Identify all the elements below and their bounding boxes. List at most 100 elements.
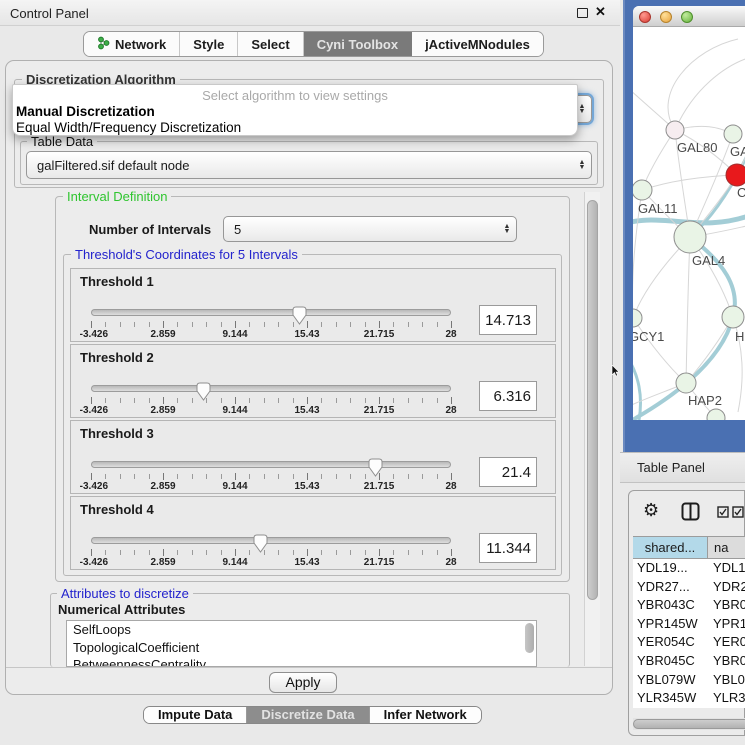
tab-discretize-data[interactable]: Discretize Data (247, 707, 369, 723)
popup-item-manual-discretization[interactable]: Manual Discretization (16, 104, 155, 119)
columns-icon[interactable] (681, 502, 700, 526)
table-row[interactable]: YBR043CYBR0 (633, 596, 745, 615)
tab-network[interactable]: Network (84, 32, 180, 56)
cell-name[interactable]: YBR0 (708, 596, 745, 615)
close-icon[interactable]: ✕ (595, 4, 606, 20)
table-row[interactable]: YBL079WYBL0 (633, 671, 745, 690)
tick-mark (163, 321, 164, 328)
panel-scrollbar-thumb[interactable] (587, 200, 598, 600)
network-canvas[interactable]: GAL80GACGAL11GAL4GCY1HHAP2 (633, 27, 745, 420)
table-row[interactable]: YBR045CYBR0 (633, 652, 745, 671)
tab-style[interactable]: Style (180, 32, 238, 56)
attribute-list-item[interactable]: SelfLoops (67, 621, 536, 639)
attribute-list-item[interactable]: BetweennessCentrality (67, 656, 536, 667)
cell-name[interactable]: YDR2 (708, 578, 745, 597)
threshold-label: Threshold 1 (80, 274, 154, 289)
minimize-traffic-light[interactable] (660, 11, 672, 23)
cell-name[interactable]: YER0 (708, 633, 745, 652)
table-row[interactable]: YPR145WYPR1 (633, 615, 745, 634)
network-edge[interactable] (633, 318, 686, 383)
tab-jactivemnodules[interactable]: jActiveMNodules (412, 32, 543, 56)
threshold-value-field[interactable]: 21.4 (479, 457, 537, 487)
popup-item-equal-width[interactable]: Equal Width/Frequency Discretization (16, 120, 241, 135)
tick-mark (177, 322, 178, 327)
checkbox-icon[interactable] (717, 505, 729, 523)
apply-button[interactable]: Apply (269, 672, 337, 693)
network-edge[interactable] (686, 237, 690, 383)
network-node[interactable] (674, 221, 706, 253)
slider-track[interactable] (91, 461, 451, 468)
network-node[interactable] (633, 180, 652, 200)
column-header-name[interactable]: na (708, 537, 745, 558)
tab-cyni-toolbox[interactable]: Cyni Toolbox (304, 32, 412, 56)
slider-track[interactable] (91, 385, 451, 392)
node-label: GAL11 (638, 201, 678, 216)
network-node[interactable] (726, 164, 745, 186)
network-node[interactable] (722, 306, 744, 328)
horizontal-scrollbar[interactable] (633, 718, 745, 730)
network-edge[interactable] (642, 175, 737, 190)
network-node[interactable] (666, 121, 684, 139)
slider-track[interactable] (91, 537, 451, 544)
horizontal-scrollbar-thumb[interactable] (633, 719, 745, 729)
network-node[interactable] (676, 373, 696, 393)
panel-title: Control Panel (10, 6, 89, 21)
slider-track[interactable] (91, 309, 451, 316)
float-window-icon[interactable] (577, 8, 588, 18)
threshold-3-block: Threshold 3 -3.4262.8599.14415.4321.7152… (70, 420, 556, 494)
table-data-combobox[interactable]: galFiltered.sif default node ▲▼ (26, 151, 592, 179)
tick-mark (235, 397, 236, 404)
checkbox-icon[interactable] (732, 505, 744, 523)
cell-shared-name[interactable]: YLR345W (633, 689, 708, 708)
node-label: C (737, 185, 745, 200)
cell-shared-name[interactable]: YDL19... (633, 559, 708, 578)
network-edge[interactable] (686, 317, 733, 383)
cell-name[interactable]: YDL1 (708, 559, 745, 578)
cell-name[interactable]: YBR0 (708, 652, 745, 671)
network-node[interactable] (724, 125, 742, 143)
slider-thumb[interactable] (368, 458, 383, 477)
tab-impute-data[interactable]: Impute Data (144, 707, 247, 723)
tick-label: 2.859 (150, 405, 175, 416)
table-header-row: shared... na (633, 537, 745, 559)
slider-thumb[interactable] (196, 382, 211, 401)
cell-shared-name[interactable]: YPR145W (633, 615, 708, 634)
gear-icon[interactable]: ⚙ (643, 500, 659, 521)
numerical-attributes-list[interactable]: SelfLoopsTopologicalCoefficientBetweenne… (66, 620, 537, 667)
cell-name[interactable]: YBL0 (708, 671, 745, 690)
column-header-shared-name[interactable]: shared... (633, 537, 708, 558)
table-row[interactable]: YLR345WYLR3 (633, 689, 745, 708)
cell-name[interactable]: YLR3 (708, 689, 745, 708)
table-row[interactable]: YDR27...YDR2 (633, 578, 745, 597)
tick-mark (120, 398, 121, 403)
cell-shared-name[interactable]: YER054C (633, 633, 708, 652)
cell-name[interactable]: YPR1 (708, 615, 745, 634)
slider-thumb[interactable] (253, 534, 268, 553)
threshold-value-field[interactable]: 6.316 (479, 381, 537, 411)
popup-prompt[interactable]: Select algorithm to view settings (13, 88, 577, 103)
list-scrollbar[interactable] (525, 623, 534, 653)
cell-shared-name[interactable]: YDR27... (633, 578, 708, 597)
network-edge[interactable] (633, 357, 641, 420)
table-row[interactable]: YDL19...YDL1 (633, 559, 745, 578)
close-traffic-light[interactable] (639, 11, 651, 23)
tick-mark (422, 322, 423, 327)
attribute-list-item[interactable]: TopologicalCoefficient (67, 639, 536, 657)
tick-mark (163, 473, 164, 480)
zoom-traffic-light[interactable] (681, 11, 693, 23)
cell-shared-name[interactable]: YBR045C (633, 652, 708, 671)
slider-thumb[interactable] (292, 306, 307, 325)
attr-items-container: SelfLoopsTopologicalCoefficientBetweenne… (67, 621, 536, 667)
tick-label: 21.715 (364, 329, 395, 340)
cell-shared-name[interactable]: YBL079W (633, 671, 708, 690)
threshold-value-field[interactable]: 14.713 (479, 305, 537, 335)
network-edge[interactable] (668, 39, 738, 130)
network-node[interactable] (633, 309, 642, 327)
tab-infer-network[interactable]: Infer Network (370, 707, 481, 723)
cell-shared-name[interactable]: YBR043C (633, 596, 708, 615)
number-of-intervals-combobox[interactable]: 5 ▲▼ (223, 216, 517, 242)
tab-select[interactable]: Select (238, 32, 303, 56)
threshold-value-field[interactable]: 11.344 (479, 533, 537, 563)
interval-definition-label: Interval Definition (63, 189, 171, 204)
table-row[interactable]: YER054CYER0 (633, 633, 745, 652)
